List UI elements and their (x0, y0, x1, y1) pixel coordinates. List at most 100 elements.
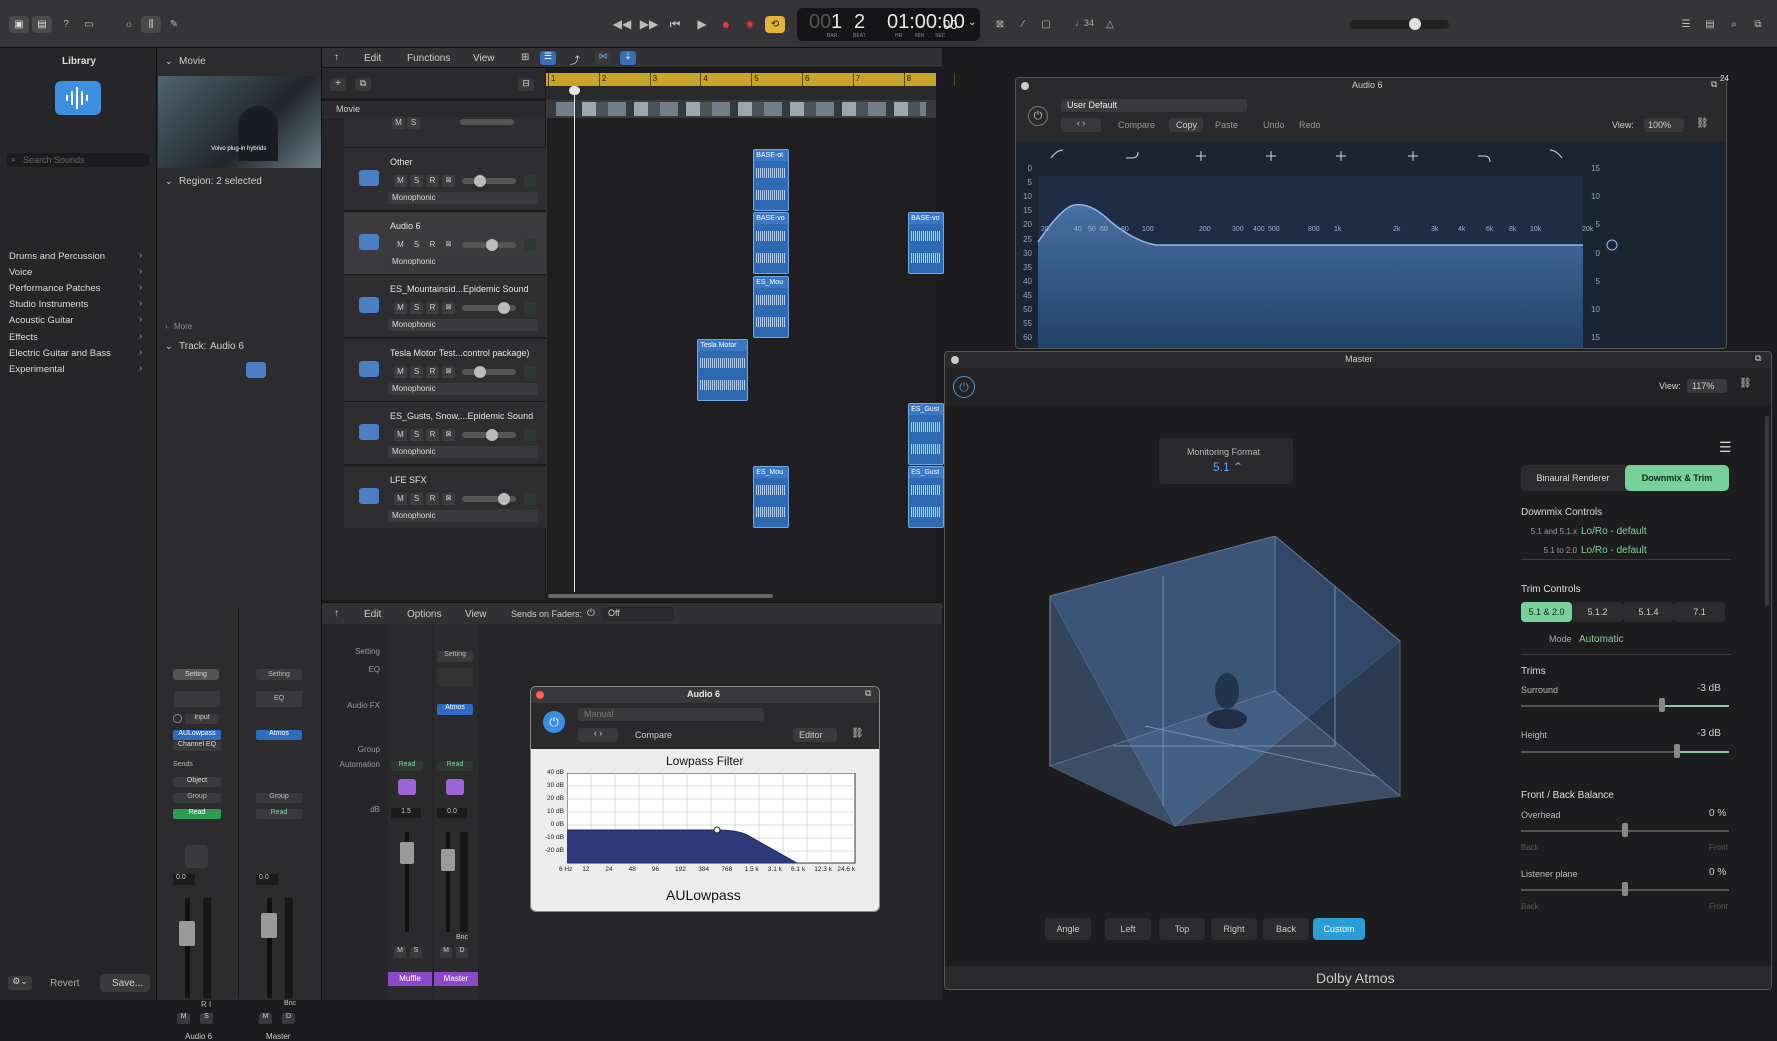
lowpass-link-icon[interactable]: ⛓ (851, 728, 864, 739)
downmix-row-value[interactable]: Lo/Ro - default (1581, 545, 1647, 556)
strip1-group-slot[interactable]: Group (173, 793, 221, 803)
tracks-functions-menu[interactable]: Functions (407, 53, 450, 64)
go-to-start-icon[interactable]: ⏮ (665, 16, 685, 33)
solo-icon[interactable]: ▢ (1036, 16, 1056, 33)
master-automation-read[interactable]: Read (437, 761, 473, 771)
strip2-bounce-button[interactable]: Bnc (284, 1000, 296, 1007)
track-volume-knob[interactable] (498, 302, 510, 314)
master-eq-slot[interactable] (437, 668, 473, 686)
library-category[interactable]: Effects › (0, 330, 156, 345)
track-solo-button[interactable]: S (410, 302, 423, 314)
strip2-dim-button[interactable]: D (282, 1013, 295, 1024)
strip2-eq-slot[interactable]: EQ (256, 691, 302, 707)
track-mode-select[interactable]: Monophonic (388, 319, 538, 331)
track-record-button[interactable]: R (426, 365, 439, 378)
track-icon[interactable] (246, 362, 266, 378)
track-instrument-icon[interactable] (359, 233, 379, 250)
eq-power-icon[interactable]: ⏻ (1028, 106, 1048, 126)
library-category[interactable]: Performance Patches › (0, 281, 156, 296)
height-slider-knob[interactable] (1674, 744, 1680, 758)
track-mode-select[interactable]: Monophonic (388, 192, 538, 204)
lowpass-compare-button[interactable]: Compare (635, 730, 672, 740)
tracks-scrollbar[interactable] (546, 592, 936, 600)
muffle-automation-read[interactable]: Read (391, 761, 423, 771)
cycle-icon[interactable]: ⟲ (765, 16, 785, 33)
audio-region[interactable]: ES_Mou (753, 466, 789, 528)
track-name[interactable]: Audio 6 (390, 221, 421, 231)
library-patch-icon[interactable] (55, 81, 101, 115)
lowpass-close-icon[interactable] (536, 691, 544, 699)
track-header-row[interactable]: 13LFE SFXMSR⊠Monophonic (324, 465, 546, 529)
inspector-toggle-icon[interactable]: ▤ (32, 16, 52, 33)
count-in-label[interactable]: ♩34 (1075, 18, 1094, 28)
audio-region[interactable]: BASE-vo (753, 212, 789, 274)
notepad-icon[interactable]: ▤ (1700, 16, 1720, 33)
track-volume-knob[interactable] (474, 365, 486, 378)
playhead-handle[interactable] (569, 86, 580, 95)
track-input-monitor-icon[interactable]: ⊠ (442, 175, 455, 187)
track-mute-button[interactable]: M (394, 238, 407, 251)
strip1-fx-aulowpass[interactable]: AULowpass (173, 730, 221, 740)
tracks-edit-menu[interactable]: Edit (364, 53, 381, 64)
strip1-pan-knob[interactable] (185, 845, 208, 868)
trim-tab[interactable]: 5.1.2 (1572, 602, 1623, 622)
library-category[interactable]: Acoustic Guitar › (0, 313, 156, 328)
track-mute-button[interactable]: M (394, 429, 407, 441)
library-category[interactable]: Electric Guitar and Bass › (0, 346, 156, 361)
track-record-button[interactable]: R (426, 302, 439, 314)
strip1-mute-button[interactable]: M (177, 1013, 190, 1024)
mixer-view-menu[interactable]: View (465, 609, 487, 620)
track-mode-select[interactable]: Monophonic (388, 382, 538, 395)
region-chevron-icon[interactable]: ⌄ (165, 176, 173, 187)
eq-redo-button[interactable]: Redo (1299, 120, 1321, 130)
strip1-input-format-icon[interactable] (173, 714, 182, 723)
replace-icon[interactable]: ⊠ (990, 16, 1010, 33)
lowpass-cutoff-handle[interactable] (713, 826, 721, 834)
strip1-automation-read[interactable]: Read (173, 809, 221, 819)
track-instrument-icon[interactable] (359, 487, 379, 504)
tracks-scroll-thumb[interactable] (548, 594, 773, 598)
track-mode-select[interactable]: Monophonic (388, 255, 538, 268)
strip2-automation-read[interactable]: Read (256, 809, 302, 819)
mixer-up-arrow-icon[interactable]: ↑ (334, 608, 339, 619)
list-view-icon[interactable]: ☰ (540, 51, 556, 65)
track-volume-slider[interactable] (462, 368, 516, 375)
track-name[interactable]: ES_Mountainsid...Epidemic Sound (390, 284, 529, 294)
mode-value[interactable]: Automatic (1579, 634, 1623, 645)
global-tracks-icon[interactable]: ⊟ (518, 78, 534, 91)
track-instrument-icon[interactable] (359, 170, 379, 186)
lowpass-prev-next-arrows[interactable]: ‹ › (578, 728, 618, 742)
mixer-edit-menu[interactable]: Edit (364, 609, 381, 620)
tracks-view-menu[interactable]: View (473, 53, 495, 64)
strip2-fader-knob[interactable] (261, 913, 277, 938)
strip1-eq-thumbnail[interactable] (174, 691, 220, 707)
strip1-solo-button[interactable]: S (200, 1013, 213, 1024)
strip1-ri-buttons[interactable]: R I (201, 1000, 211, 1009)
quick-help-icon[interactable]: ? (56, 16, 76, 33)
master-volume-knob[interactable] (1409, 18, 1421, 30)
track-chevron-icon[interactable]: ⌄ (165, 341, 173, 352)
track-mute-button[interactable]: M (394, 175, 407, 187)
browser-icon[interactable]: ⧉ (1748, 16, 1768, 33)
atmos-scrollbar[interactable] (1765, 416, 1769, 606)
track-solo-button[interactable]: S (410, 238, 423, 251)
strip1-setting-button[interactable]: Setting (173, 669, 219, 680)
eq-preset-select[interactable]: User Default (1061, 99, 1247, 112)
library-category[interactable]: Voice › (0, 265, 156, 280)
toolbar-toggle-icon[interactable]: ▭ (79, 16, 99, 33)
catch-icon[interactable]: ⇣ (620, 51, 636, 65)
track-mute-button[interactable]: M (394, 492, 407, 505)
eq-undo-button[interactable]: Undo (1263, 120, 1285, 130)
track7-solo-button[interactable]: S (407, 117, 420, 129)
track-input-monitor-icon[interactable]: ⊠ (442, 365, 455, 378)
tab-binaural-renderer[interactable]: Binaural Renderer (1521, 465, 1625, 491)
speaker-room-view[interactable] (1045, 536, 1425, 836)
master-bounce-button[interactable]: Bnc (456, 934, 468, 941)
eq-prev-next-arrows[interactable]: ‹ › (1061, 118, 1101, 132)
audio-region[interactable]: BASE-vo (908, 212, 944, 274)
rewind-icon[interactable]: ◀◀ (612, 16, 632, 33)
track-solo-button[interactable]: S (410, 365, 423, 378)
track-mute-button[interactable]: M (394, 365, 407, 378)
track-header-row[interactable]: 12ES_Gusts, Snow,...Epidemic SoundMSR⊠Mo… (324, 402, 546, 465)
library-category[interactable]: Drums and Percussion › (0, 249, 156, 264)
